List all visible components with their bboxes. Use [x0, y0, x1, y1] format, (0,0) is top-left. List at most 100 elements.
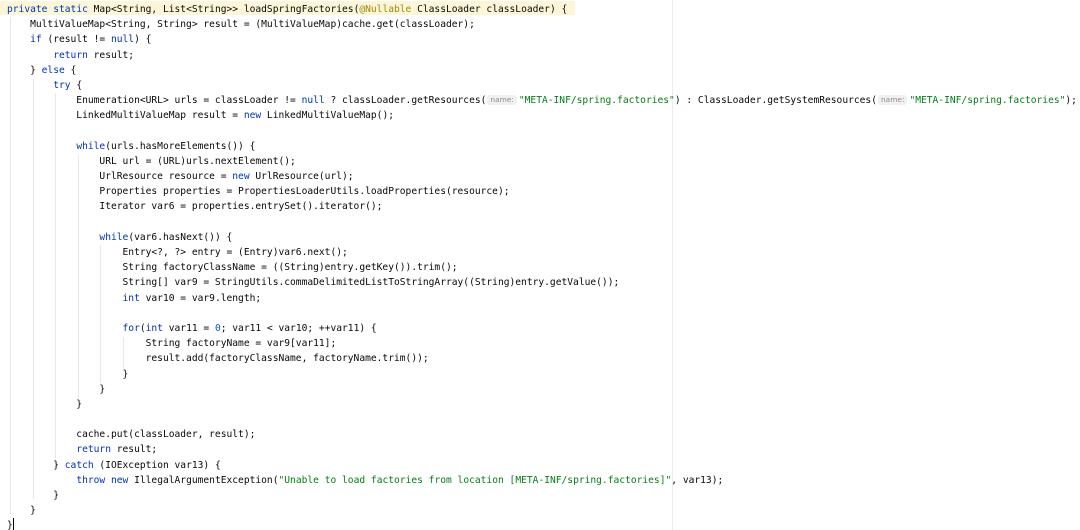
keyword: else [41, 64, 65, 76]
code-line[interactable]: } [7, 503, 1077, 518]
code-token: ) : ClassLoader.getSystemResources( [674, 95, 877, 107]
string-literal: "META-INF/spring.factories" [518, 95, 675, 107]
code-line[interactable] [7, 124, 1077, 139]
keyword: while [76, 140, 106, 152]
code-line[interactable]: } [7, 367, 1077, 382]
code-token: (var6.hasNext()) { [128, 231, 233, 243]
code-token: result; [110, 444, 158, 456]
code-line[interactable]: MultiValueMap<String, String> result = (… [7, 17, 1077, 32]
code-line[interactable] [7, 306, 1077, 321]
code-line[interactable]: for(int var11 = 0; var11 < var10; ++var1… [7, 321, 1077, 336]
code-token: } [7, 64, 42, 76]
code-token: } [7, 383, 106, 395]
code-line[interactable]: } catch (IOException var13) { [7, 458, 1077, 473]
code-token: ClassLoader classLoader) { [411, 4, 568, 15]
code-line[interactable]: } else { [7, 63, 1077, 78]
keyword: private [7, 4, 48, 15]
code-token: } [7, 490, 59, 501]
code-line[interactable]: } [7, 382, 1077, 397]
code-editor[interactable]: private static Map<String, List<String>>… [0, 0, 1080, 530]
code-token: LinkedMultiValueMap(); [261, 110, 395, 122]
code-line[interactable]: Enumeration<URL> urls = classLoader != n… [7, 93, 1077, 108]
code-line[interactable]: LinkedMultiValueMap result = new LinkedM… [7, 108, 1077, 123]
code-token: UrlResource(url); [249, 171, 354, 183]
code-token: result; [87, 49, 135, 61]
keyword: int [145, 322, 163, 334]
code-token: (result != [41, 34, 111, 46]
code-line[interactable]: result.add(factoryClassName, factoryName… [7, 351, 1077, 366]
code-line[interactable]: Entry<?, ?> entry = (Entry)var6.next(); [7, 245, 1077, 260]
code-token: } [7, 398, 83, 410]
code-line[interactable]: } [7, 518, 1077, 530]
code-line[interactable] [7, 215, 1077, 230]
code-token: { [70, 79, 83, 91]
code-token: (IOException var13) { [93, 459, 221, 471]
code-line[interactable]: } [7, 397, 1077, 412]
code-line[interactable]: String factoryName = var9[var11]; [7, 336, 1077, 351]
code-line[interactable]: int var10 = var9.length; [7, 291, 1077, 306]
code-token: IllegalArgumentException( [128, 474, 279, 486]
code-token: ); [1065, 95, 1077, 107]
code-token: UrlResource resource = [7, 171, 233, 183]
keyword: int [122, 292, 140, 304]
parameter-hint: name: [878, 95, 908, 106]
code-line[interactable]: UrlResource resource = new UrlResource(u… [7, 169, 1077, 184]
code-token: , var13); [671, 474, 724, 486]
keyword: try [53, 79, 71, 91]
code-line[interactable]: private static Map<String, List<String>>… [7, 2, 1077, 17]
code-token: Map<String, List<String>> loadSpringFact… [87, 4, 360, 15]
code-line[interactable]: Iterator var6 = properties.entrySet().it… [7, 199, 1077, 214]
code-token: URL url = (URL)urls.nextElement(); [7, 155, 296, 167]
keyword: throw [76, 474, 106, 486]
code-token: var10 = var9.length; [139, 292, 262, 304]
string-literal: "Unable to load factories from location … [278, 474, 672, 486]
code-line[interactable]: String[] var9 = StringUtils.commaDelimit… [7, 275, 1077, 290]
code-token: result.add(factoryClassName, factoryName… [7, 353, 429, 365]
code-line[interactable]: String factoryClassName = ((String)entry… [7, 260, 1077, 275]
code-token: } [7, 505, 36, 517]
code-token: String factoryClassName = ((String)entry… [7, 262, 458, 274]
code-line[interactable]: return result; [7, 442, 1077, 457]
annotation: @Nullable [359, 4, 412, 15]
code-token: Enumeration<URL> urls = classLoader != [7, 95, 302, 107]
keyword: null [301, 95, 325, 107]
code-line[interactable]: while(urls.hasMoreElements()) { [7, 139, 1077, 154]
keyword: null [110, 34, 135, 46]
code-token: Properties properties = PropertiesLoader… [7, 186, 510, 198]
code-token: cache.put(classLoader, result); [7, 429, 256, 441]
code-line[interactable]: if (result != null) { [7, 32, 1077, 47]
code-line[interactable]: try { [7, 78, 1077, 93]
code-line[interactable]: } [7, 488, 1077, 503]
code-token: Entry<?, ?> entry = (Entry)var6.next(); [7, 247, 348, 258]
keyword: new [232, 171, 250, 183]
code-token: MultiValueMap<String, String> result = (… [7, 19, 475, 31]
keyword: catch [64, 459, 94, 471]
code-token: String factoryName = var9[var11]; [7, 338, 337, 350]
text-caret [12, 518, 14, 530]
code-line[interactable]: Properties properties = PropertiesLoader… [7, 184, 1077, 199]
code-token: var11 = [162, 322, 215, 334]
code-line[interactable]: throw new IllegalArgumentException("Unab… [7, 473, 1077, 488]
keyword: static [53, 4, 88, 15]
code-token: Iterator var6 = properties.entrySet().it… [7, 201, 383, 213]
code-text[interactable]: private static Map<String, List<String>>… [7, 2, 1077, 530]
parameter-hint: name: [487, 95, 517, 106]
code-line[interactable]: return result; [7, 48, 1077, 63]
keyword: while [99, 231, 129, 243]
code-token: LinkedMultiValueMap result = [7, 110, 244, 122]
code-line[interactable] [7, 412, 1077, 427]
keyword: return [76, 444, 111, 456]
code-token: ) { [134, 34, 152, 46]
code-token: String[] var9 = StringUtils.commaDelimit… [7, 277, 620, 289]
code-line[interactable]: while(var6.hasNext()) { [7, 230, 1077, 245]
code-line[interactable]: URL url = (URL)urls.nextElement(); [7, 154, 1077, 169]
keyword: return [53, 49, 88, 61]
code-line[interactable]: cache.put(classLoader, result); [7, 427, 1077, 442]
